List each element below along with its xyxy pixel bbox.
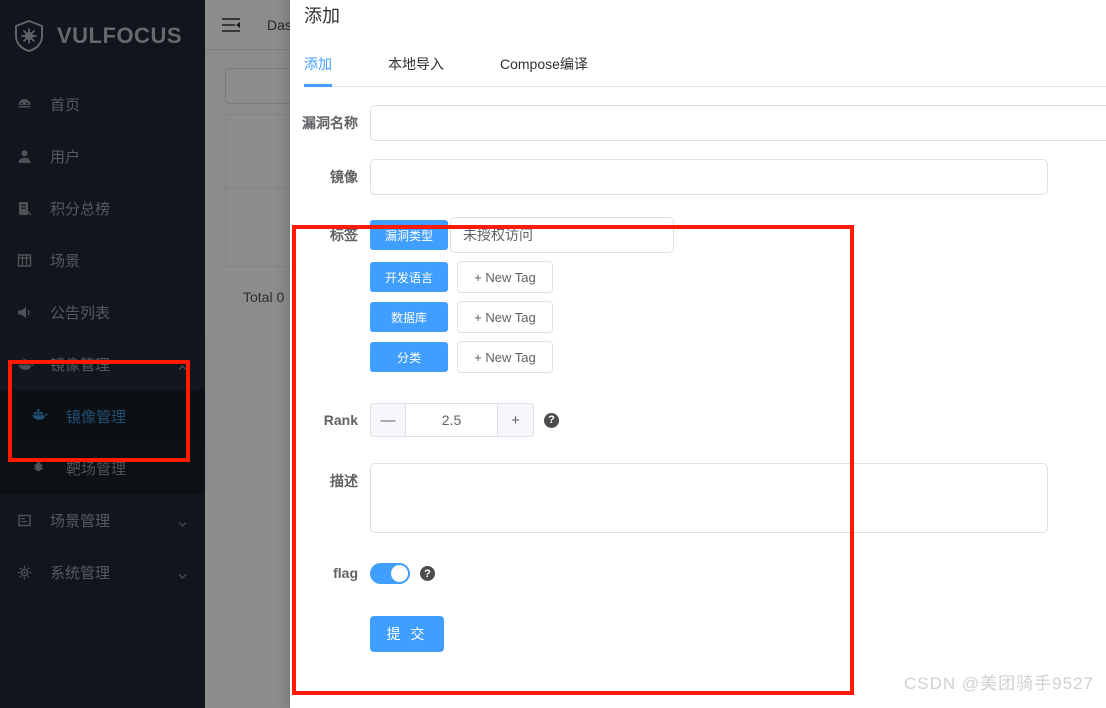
toggle-knob: [391, 565, 408, 582]
field-label: 标签: [330, 227, 358, 243]
screen: VULFOCUS 首页 用户 积分总榜 场景 公告列表 镜像管理 镜像管理 靶场…: [0, 0, 1106, 708]
add-image-dialog: 添加 添加 本地导入 Compose编译 漏洞名称 镜像 标签 漏洞类型 未授权…: [290, 0, 1106, 708]
field-flag: flag ?: [290, 563, 1106, 584]
field-label: 描述: [330, 473, 358, 489]
flag-toggle[interactable]: [370, 563, 410, 584]
submit-button[interactable]: 提 交: [370, 616, 444, 652]
tab-compose-build[interactable]: Compose编译: [500, 54, 588, 86]
add-image-form: 漏洞名称 镜像 标签 漏洞类型 未授权访问 开发语言 + New Tag 数据库…: [290, 87, 1106, 652]
tab-add[interactable]: 添加: [304, 54, 332, 87]
dialog-tabs: 添加 本地导入 Compose编译: [304, 54, 1106, 87]
tab-local-import[interactable]: 本地导入: [388, 54, 444, 86]
tag-group-vuln-type: 漏洞类型 未授权访问: [370, 217, 1106, 253]
vuln-name-input[interactable]: [370, 105, 1106, 141]
tag-chip[interactable]: 数据库: [370, 302, 448, 332]
tag-groups: 漏洞类型 未授权访问 开发语言 + New Tag 数据库 + New Tag …: [370, 217, 1106, 381]
tag-chip[interactable]: 开发语言: [370, 262, 448, 292]
rank-stepper: — 2.5 +: [370, 403, 534, 437]
field-vuln-name: 漏洞名称: [290, 105, 1106, 141]
rank-decrement-button[interactable]: —: [370, 403, 406, 437]
dialog-title: 添加: [304, 6, 340, 26]
field-description: 描述: [290, 463, 1106, 533]
image-input[interactable]: [370, 159, 1048, 195]
new-tag-button[interactable]: + New Tag: [457, 341, 553, 373]
field-image: 镜像: [290, 159, 1106, 195]
field-tags: 标签 漏洞类型 未授权访问 开发语言 + New Tag 数据库 + New T…: [290, 217, 1106, 381]
field-label: Rank: [323, 412, 358, 428]
tag-chip[interactable]: 分类: [370, 342, 448, 372]
tag-group-database: 数据库 + New Tag: [370, 301, 1106, 333]
field-rank: Rank — 2.5 + ?: [290, 403, 1106, 437]
rank-increment-button[interactable]: +: [498, 403, 534, 437]
field-submit: 提 交: [290, 616, 1106, 652]
field-label: 漏洞名称: [302, 115, 358, 131]
new-tag-button[interactable]: + New Tag: [457, 301, 553, 333]
help-icon[interactable]: ?: [544, 412, 559, 428]
tag-value-input[interactable]: 未授权访问: [450, 217, 674, 253]
help-icon[interactable]: ?: [420, 566, 435, 581]
rank-value[interactable]: 2.5: [406, 403, 498, 437]
tag-chip[interactable]: 漏洞类型: [370, 220, 448, 250]
watermark: CSDN @美团骑手9527: [904, 674, 1094, 693]
tag-group-dev-language: 开发语言 + New Tag: [370, 261, 1106, 293]
description-textarea[interactable]: [370, 463, 1048, 533]
new-tag-button[interactable]: + New Tag: [457, 261, 553, 293]
tag-group-category: 分类 + New Tag: [370, 341, 1106, 373]
field-label: flag: [333, 565, 358, 581]
field-label: 镜像: [330, 169, 358, 185]
